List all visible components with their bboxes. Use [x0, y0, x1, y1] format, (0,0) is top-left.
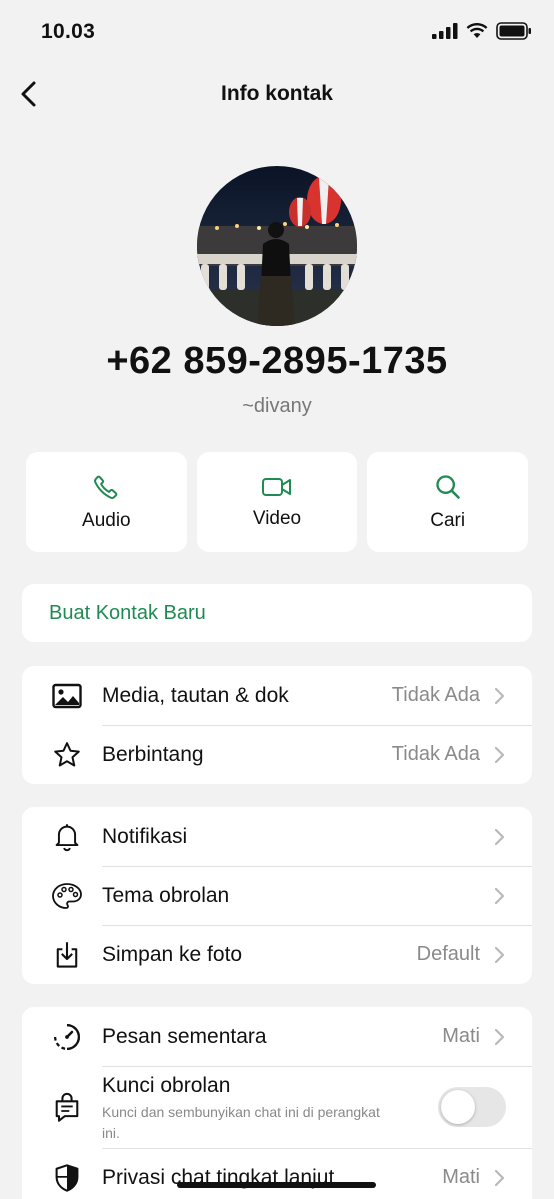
starred-row[interactable]: Berbintang Tidak Ada: [22, 725, 532, 784]
status-bar: 10.03: [0, 0, 554, 66]
disappearing-messages-label: Pesan sementara: [102, 1024, 267, 1048]
chat-lock-label: Kunci obrolan: [102, 1074, 231, 1097]
video-call-label: Video: [252, 507, 302, 529]
timer-icon: [50, 1020, 84, 1054]
chevron-right-icon: [494, 1028, 505, 1045]
create-new-contact-button[interactable]: Buat Kontak Baru: [22, 584, 532, 642]
toggle-knob: [441, 1090, 475, 1124]
contact-phone-number: +62 859-2895-1735: [106, 340, 448, 382]
chat-lock-row: Kunci obrolan Kunci dan sembunyikan chat…: [22, 1066, 532, 1148]
lock-chat-icon: [50, 1090, 84, 1124]
starred-label: Berbintang: [102, 742, 204, 766]
media-links-docs-row[interactable]: Media, tautan & dok Tidak Ada: [22, 666, 532, 725]
home-indicator: [177, 1182, 376, 1188]
status-icons: [432, 22, 532, 40]
bell-icon: [50, 820, 84, 854]
download-icon: [50, 938, 84, 972]
palette-icon: [50, 879, 84, 913]
advanced-chat-privacy-value: Mati: [442, 1166, 480, 1188]
video-camera-icon: [262, 477, 291, 496]
chat-theme-row[interactable]: Tema obrolan: [22, 866, 532, 925]
media-starred-section: Media, tautan & dok Tidak Ada Berbintang…: [22, 666, 532, 784]
chevron-right-icon: [494, 946, 505, 963]
media-links-docs-label: Media, tautan & dok: [102, 683, 289, 707]
audio-call-label: Audio: [82, 509, 131, 531]
image-icon: [50, 679, 84, 713]
disappearing-messages-value: Mati: [442, 1025, 480, 1047]
video-call-button[interactable]: Video: [196, 452, 358, 552]
chevron-right-icon: [494, 746, 505, 763]
action-buttons: Audio Video Cari: [26, 452, 529, 552]
search-label: Cari: [430, 509, 466, 531]
wifi-icon: [466, 23, 488, 38]
starred-value: Tidak Ada: [391, 743, 480, 765]
media-count-value: Tidak Ada: [391, 684, 480, 706]
advanced-chat-privacy-row[interactable]: Privasi chat tingkat lanjut Mati: [22, 1148, 532, 1199]
chevron-right-icon: [494, 828, 505, 845]
signal-icon: [432, 23, 458, 39]
chevron-right-icon: [494, 887, 505, 904]
chat-lock-toggle[interactable]: [438, 1087, 506, 1127]
save-to-photos-value: Default: [416, 943, 480, 965]
notifications-label: Notifikasi: [102, 824, 188, 848]
status-time: 10.03: [41, 20, 96, 43]
battery-icon: [496, 22, 531, 40]
search-button[interactable]: Cari: [367, 452, 529, 552]
disappearing-messages-row[interactable]: Pesan sementara Mati: [22, 1007, 532, 1066]
chat-theme-label: Tema obrolan: [102, 883, 230, 907]
profile-photo: [197, 166, 357, 326]
avatar[interactable]: [197, 166, 357, 326]
star-icon: [50, 738, 84, 772]
privacy-section: Pesan sementara Mati Kunci obrolan Kunci…: [22, 1007, 532, 1199]
navigation-bar: Info kontak: [0, 66, 554, 122]
contact-username: ~divany: [242, 395, 312, 417]
page-title: Info kontak: [220, 82, 333, 105]
notifications-row[interactable]: Notifikasi: [22, 807, 532, 866]
shield-icon: [50, 1161, 84, 1195]
audio-call-button[interactable]: Audio: [26, 452, 187, 552]
chevron-right-icon: [494, 1169, 505, 1186]
chevron-right-icon: [494, 687, 505, 704]
save-to-photos-row[interactable]: Simpan ke foto Default: [22, 925, 532, 984]
chat-lock-description: Kunci dan sembunyikan chat ini di perang…: [102, 1104, 380, 1141]
chat-settings-section: Notifikasi Tema obrolan Simpan ke foto D…: [22, 807, 532, 984]
save-to-photos-label: Simpan ke foto: [102, 942, 243, 966]
contact-info-screen: 10.03 Info kontak +62 859-2895-1735 ~div…: [0, 0, 554, 1199]
phone-icon: [94, 475, 118, 499]
search-icon: [436, 474, 460, 499]
